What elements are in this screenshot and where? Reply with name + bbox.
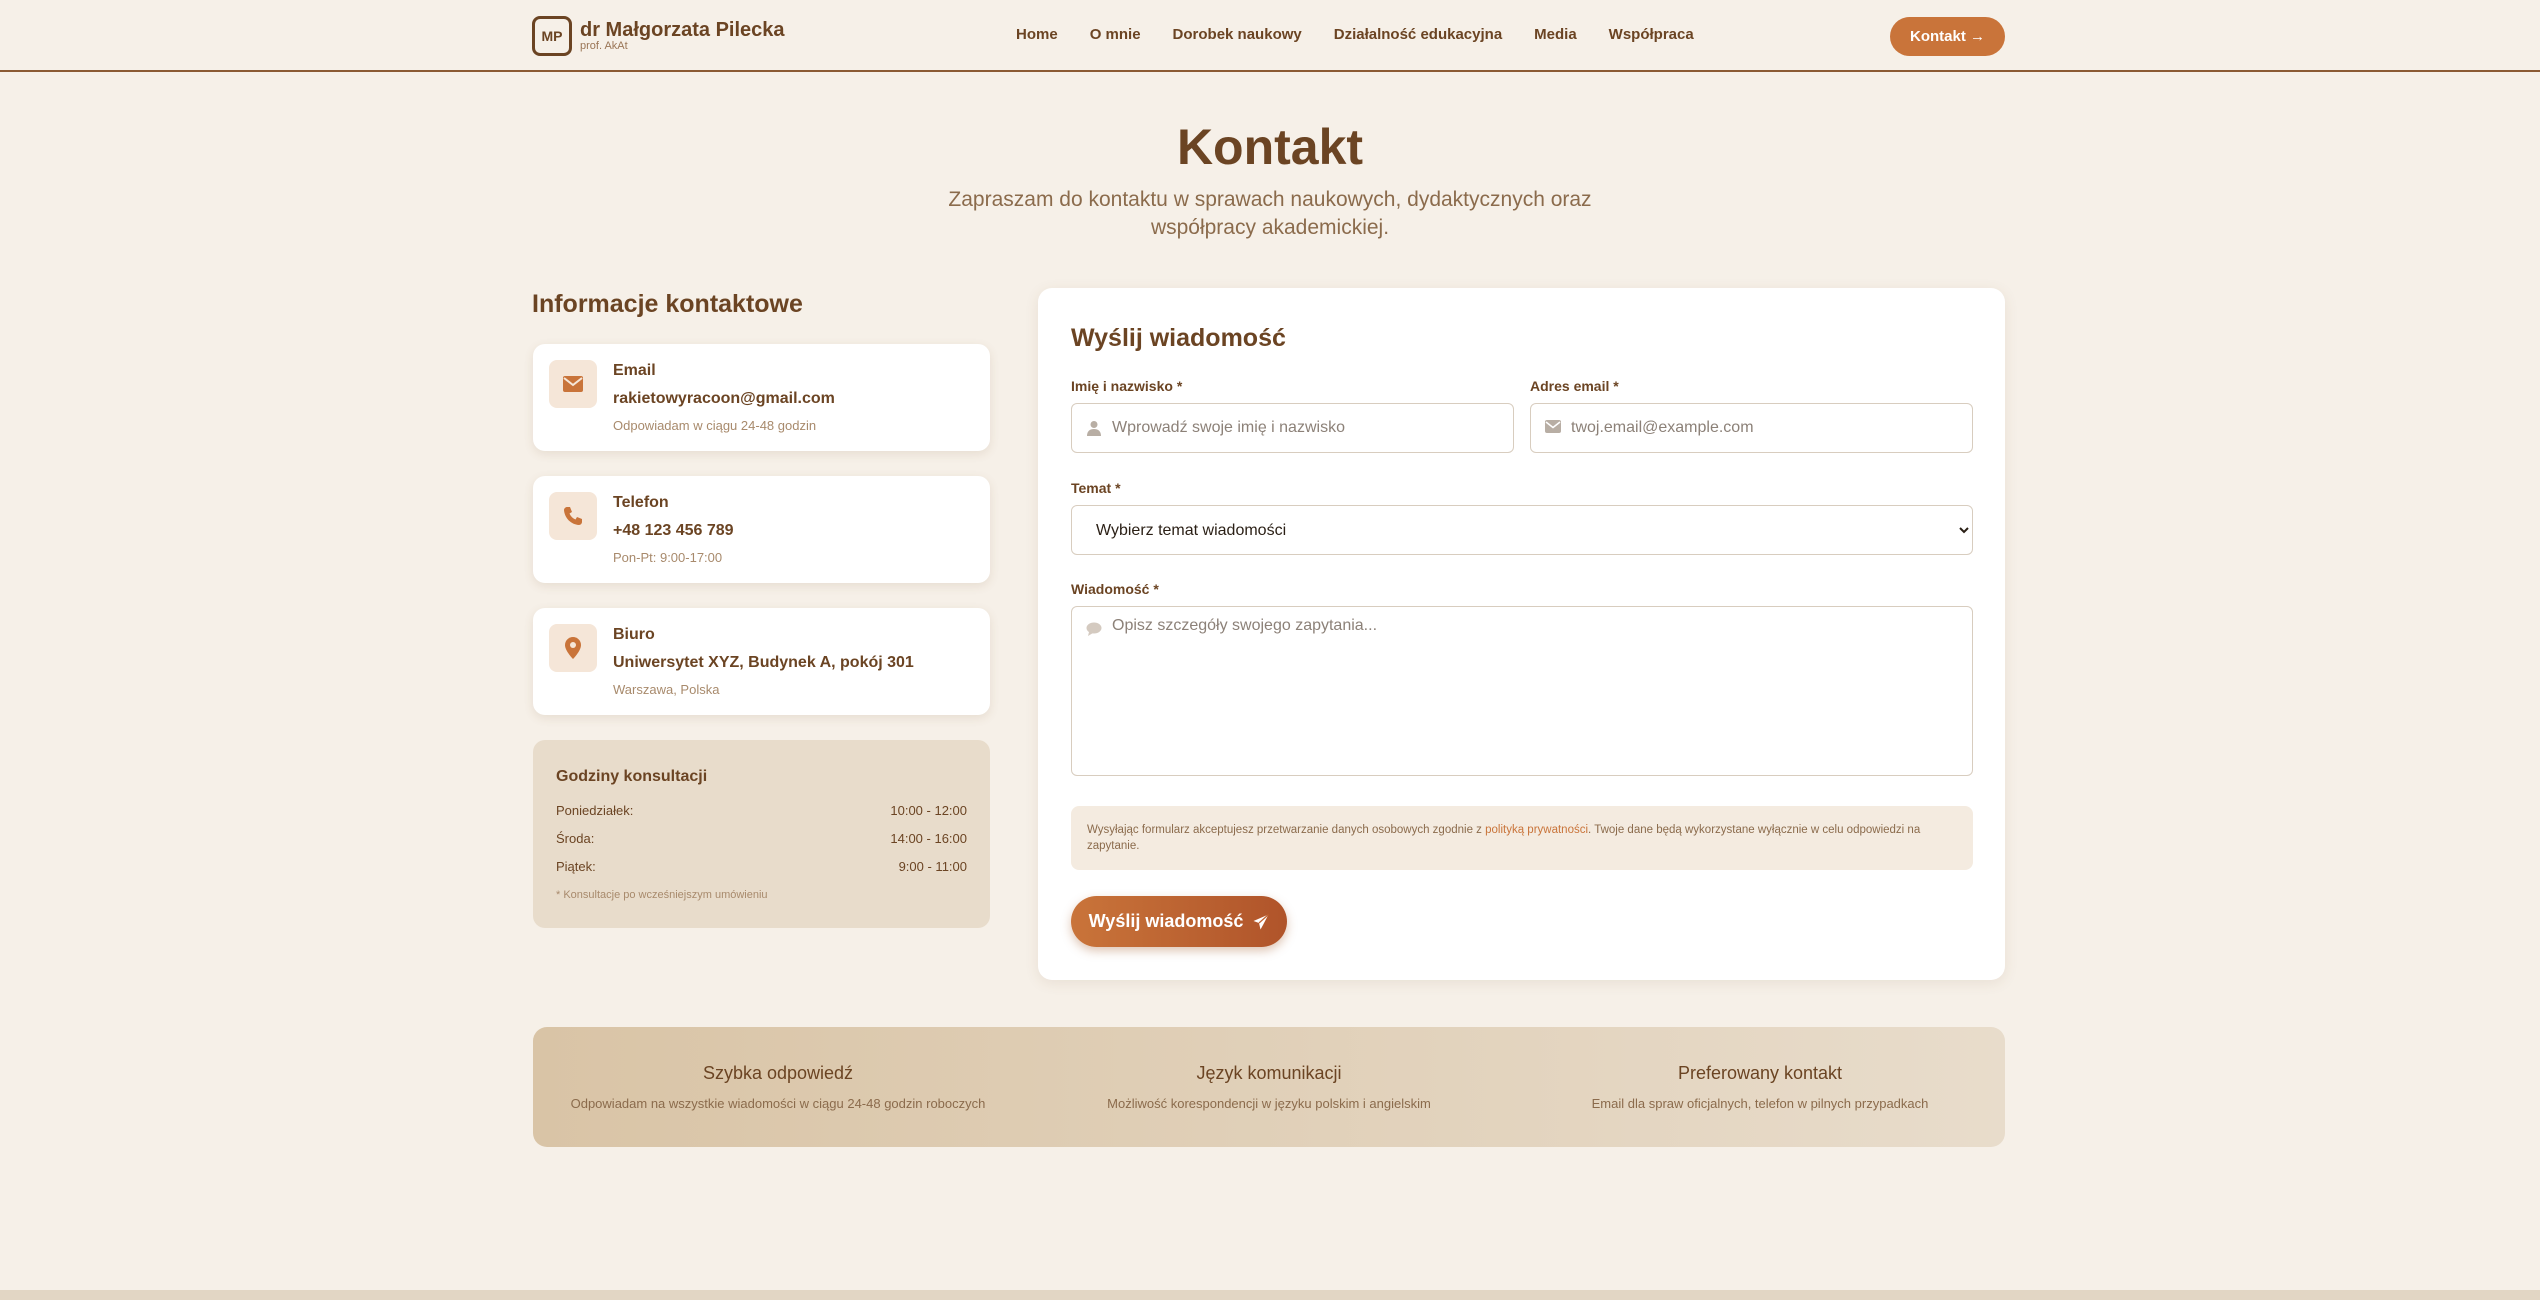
office-label: Biuro — [613, 626, 655, 643]
nav-wspolpraca[interactable]: Współpraca — [1609, 26, 1694, 43]
hours-day: Poniedziałek: — [556, 803, 634, 818]
topic-field-wrapper: Wybierz temat wiadomości — [1071, 505, 1973, 555]
band-item-preferred-contact: Preferowany kontakt Email dla spraw ofic… — [1515, 1063, 2005, 1111]
hours-row: Piątek: 9:00 - 11:00 — [556, 859, 967, 874]
site-header: MP dr Małgorzata Pilecka prof. AkAt Home… — [0, 0, 2540, 72]
office-note: Warszawa, Polska — [613, 682, 720, 697]
page-title: Kontakt — [1176, 119, 1364, 175]
hours-note: * Konsultacje po wcześniejszym umówieniu — [556, 889, 768, 901]
page-subtitle: Zapraszam do kontaktu w sprawach naukowy… — [948, 188, 1592, 239]
hours-day: Piątek: — [556, 859, 596, 874]
phone-label: Telefon — [613, 494, 669, 511]
submit-label: Wyślij wiadomość — [1088, 911, 1244, 931]
email-field-wrapper — [1530, 403, 1973, 453]
speech-bubble-icon — [1086, 622, 1102, 638]
contact-form: Wyślij wiadomość Imię i nazwisko * Adres… — [1038, 288, 2005, 980]
author-name: dr Małgorzata Pilecka — [580, 19, 785, 41]
hours-time: 14:00 - 16:00 — [890, 831, 967, 846]
site-logo[interactable]: MP dr Małgorzata Pilecka prof. AkAt — [532, 16, 785, 56]
email-input[interactable] — [1571, 404, 1961, 452]
nav-dorobek-naukowy[interactable]: Dorobek naukowy — [1173, 26, 1302, 43]
band-title: Język komunikacji — [1196, 1063, 1342, 1083]
phone-value[interactable]: +48 123 456 789 — [613, 522, 734, 540]
name-label: Imię i nazwisko * — [1071, 378, 1183, 394]
hours-row: Poniedziałek: 10:00 - 12:00 — [556, 803, 967, 818]
hours-day: Środa: — [556, 831, 595, 846]
band-text: Możliwość korespondencji w języku polski… — [1107, 1096, 1431, 1111]
name-input[interactable] — [1112, 404, 1502, 452]
footer-strip — [0, 1290, 2540, 1300]
band-title: Preferowany kontakt — [1677, 1063, 1843, 1083]
message-field-wrapper — [1071, 606, 1973, 776]
nav-media[interactable]: Media — [1534, 26, 1577, 43]
message-textarea[interactable] — [1112, 617, 1962, 767]
hours-row: Środa: 14:00 - 16:00 — [556, 831, 967, 846]
map-pin-icon — [549, 624, 597, 672]
nav-dzialalnosc-edukacyjna[interactable]: Działalność edukacyjna — [1334, 26, 1502, 43]
form-title: Wyślij wiadomość — [1071, 324, 1286, 352]
nav-home[interactable]: Home — [1016, 26, 1058, 43]
office-card: Biuro Uniwersytet XYZ, Budynek A, pokój … — [533, 608, 990, 715]
phone-card: Telefon +48 123 456 789 Pon-Pt: 9:00-17:… — [533, 476, 990, 583]
consent-text-start: Wysyłając formularz akceptujesz przetwar… — [1087, 824, 1486, 836]
main-nav: Home O mnie Dorobek naukowy Działalność … — [1016, 26, 1726, 43]
message-label: Wiadomość * — [1071, 581, 1159, 597]
phone-note: Pon-Pt: 9:00-17:00 — [613, 550, 723, 565]
envelope-icon — [549, 360, 597, 408]
info-band: Szybka odpowiedź Odpowiadam na wszystkie… — [533, 1027, 2005, 1147]
topic-label: Temat * — [1071, 480, 1121, 496]
logo-text: dr Małgorzata Pilecka prof. AkAt — [580, 20, 785, 52]
band-text: Email dla spraw oficjalnych, telefon w p… — [1591, 1096, 1929, 1111]
user-icon — [1086, 420, 1102, 436]
topic-select[interactable]: Wybierz temat wiadomości — [1092, 506, 1972, 554]
phone-icon — [549, 492, 597, 540]
band-title: Szybka odpowiedź — [702, 1063, 854, 1083]
email-note: Odpowiadam w ciągu 24-48 godzin — [613, 418, 817, 433]
consultation-hours: Godziny konsultacji Poniedziałek: 10:00 … — [533, 740, 990, 928]
email-value[interactable]: rakietowyracoon@gmail.com — [613, 390, 835, 408]
band-item-response: Szybka odpowiedź Odpowiadam na wszystkie… — [533, 1063, 1023, 1111]
logo-initials: MP — [532, 16, 572, 56]
submit-button[interactable]: Wyślij wiadomość — [1071, 896, 1287, 947]
band-item-language: Język komunikacji Możliwość korespondenc… — [1024, 1063, 1514, 1111]
nav-o-mnie[interactable]: O mnie — [1090, 26, 1141, 43]
hours-time: 10:00 - 12:00 — [890, 803, 967, 818]
hours-title: Godziny konsultacji — [556, 768, 708, 785]
band-text: Odpowiadam na wszystkie wiadomości w cią… — [570, 1096, 986, 1111]
name-field-wrapper — [1071, 403, 1514, 453]
email-field-label: Adres email * — [1530, 378, 1619, 394]
privacy-policy-link[interactable]: polityką prywatności — [1485, 824, 1588, 836]
privacy-consent: Wysyłając formularz akceptujesz przetwar… — [1071, 806, 1973, 870]
email-label: Email — [613, 362, 656, 379]
paper-plane-icon — [1253, 913, 1270, 930]
email-card: Email rakietowyracoon@gmail.com Odpowiad… — [533, 344, 990, 451]
hours-time: 9:00 - 11:00 — [898, 859, 967, 874]
office-value: Uniwersytet XYZ, Budynek A, pokój 301 — [613, 654, 914, 671]
envelope-icon — [1545, 420, 1561, 436]
author-title: prof. AkAt — [580, 40, 628, 52]
kontakt-button[interactable]: Kontakt → — [1890, 17, 2005, 56]
contact-info-heading: Informacje kontaktowe — [532, 290, 803, 318]
